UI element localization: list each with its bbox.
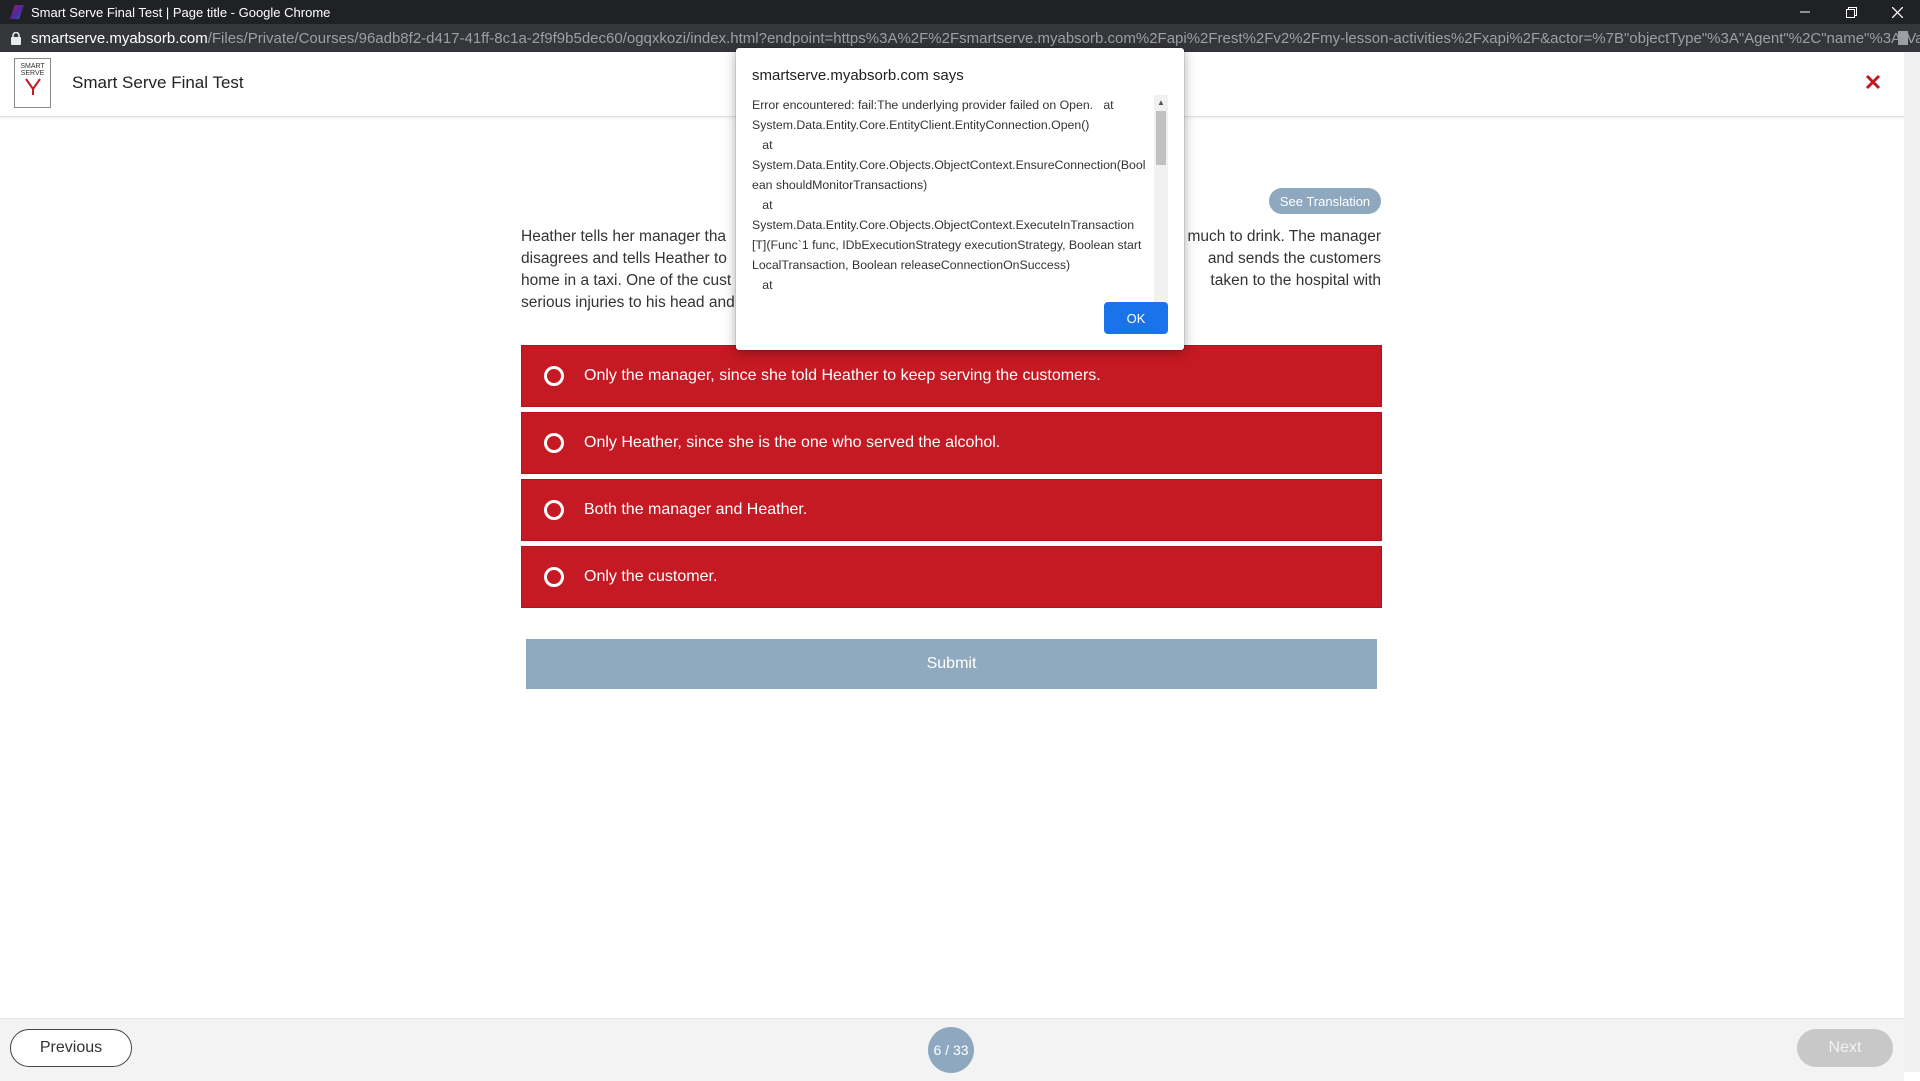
radio-button-icon[interactable] (544, 366, 564, 386)
alert-dialog: smartserve.myabsorb.com says Error encou… (736, 48, 1184, 350)
logo-line-1: SMART (20, 63, 45, 70)
question-line-3-left: home in a taxi. One of the cust (521, 272, 732, 289)
dialog-scrollbar[interactable]: ▲ ▼ (1154, 95, 1168, 333)
site-favicon-icon (10, 5, 24, 19)
question-line-4-left: serious injuries to his head and (521, 294, 735, 311)
question-line-2-right: and sends the customers (1207, 250, 1381, 267)
window-title: Smart Serve Final Test | Page title - Go… (31, 4, 331, 20)
submit-button[interactable]: Submit (526, 639, 1377, 689)
previous-button[interactable]: Previous (10, 1029, 132, 1067)
restore-icon[interactable] (1828, 0, 1874, 24)
question-line-1-right: much to drink. The manager (1187, 228, 1381, 245)
radio-button-icon[interactable] (544, 500, 564, 520)
course-title: Smart Serve Final Test (72, 73, 244, 92)
smart-serve-logo: SMART SERVE (14, 58, 51, 108)
logo-line-2: SERVE (20, 70, 45, 77)
close-course-button[interactable] (1860, 68, 1886, 94)
url-host: smartserve.myabsorb.com (31, 29, 208, 47)
page-scrollbar[interactable] (1904, 52, 1920, 1072)
browser-title-bar: Smart Serve Final Test | Page title - Go… (0, 0, 1920, 24)
ok-button[interactable]: OK (1104, 302, 1168, 334)
close-icon (1865, 74, 1881, 90)
answer-option-3[interactable]: Both the manager and Heather. (521, 479, 1382, 541)
dialog-message: Error encountered: fail:The underlying p… (752, 98, 1146, 292)
dialog-message-area: Error encountered: fail:The underlying p… (752, 95, 1168, 333)
scrollbar-thumb[interactable] (1156, 111, 1166, 165)
url-path: /Files/Private/Courses/96adb8f2-d417-41f… (207, 29, 1920, 47)
logo-glass-icon (24, 78, 41, 95)
question-line-3-right: taken to the hospital with (1210, 272, 1381, 289)
radio-button-icon[interactable] (544, 567, 564, 587)
see-translation-button[interactable]: See Translation (1269, 188, 1381, 214)
question-line-1-left: Heather tells her manager tha (521, 228, 727, 245)
next-button[interactable]: Next (1797, 1029, 1893, 1067)
page-counter: 6 / 33 (928, 1027, 974, 1073)
radio-button-icon[interactable] (544, 433, 564, 453)
answer-option-label: Only Heather, since she is the one who s… (584, 434, 1001, 451)
lock-icon[interactable] (11, 31, 21, 45)
answer-options: Only the manager, since she told Heather… (521, 345, 1382, 613)
answer-option-1[interactable]: Only the manager, since she told Heather… (521, 345, 1382, 407)
scroll-up-arrow-icon[interactable]: ▲ (1154, 95, 1168, 109)
answer-option-label: Both the manager and Heather. (584, 501, 808, 518)
footer-nav: Previous 6 / 33 Next (0, 1018, 1904, 1081)
window-controls (1782, 0, 1920, 24)
answer-option-label: Only the manager, since she told Heather… (584, 367, 1101, 384)
minimize-icon[interactable] (1782, 0, 1828, 24)
dialog-title: smartserve.myabsorb.com says (752, 67, 964, 84)
answer-option-2[interactable]: Only Heather, since she is the one who s… (521, 412, 1382, 474)
question-line-2-left: disagrees and tells Heather to (521, 250, 727, 267)
answer-option-label: Only the customer. (584, 568, 718, 585)
answer-option-4[interactable]: Only the customer. (521, 546, 1382, 608)
window-close-icon[interactable] (1874, 0, 1920, 24)
extension-icon[interactable] (1898, 31, 1908, 49)
